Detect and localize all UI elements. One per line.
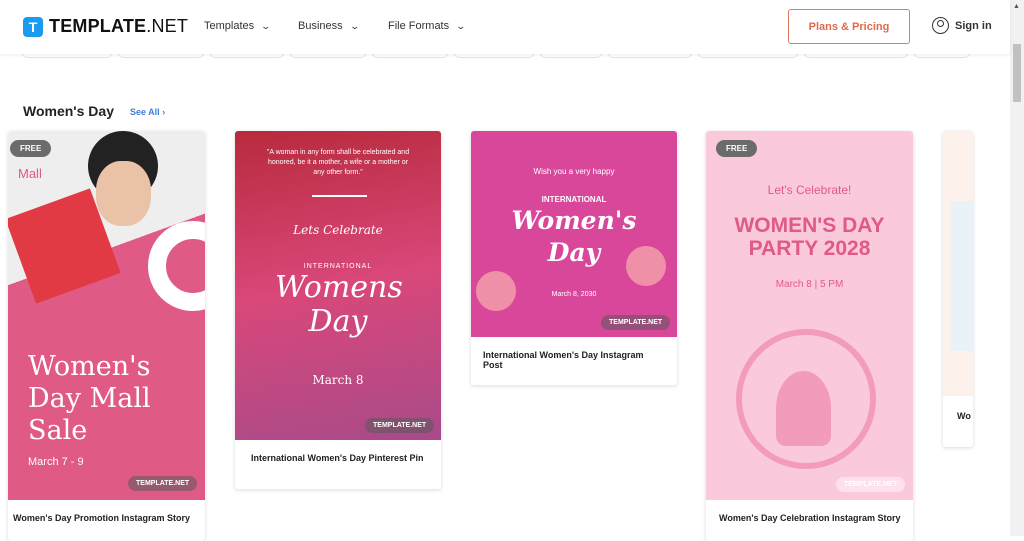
chevron-right-icon: › bbox=[162, 107, 166, 117]
design-date: March 8 bbox=[312, 373, 364, 387]
template-thumbnail bbox=[943, 131, 973, 396]
nav-label: Templates bbox=[204, 20, 255, 32]
scrollbar[interactable]: ▲ bbox=[1010, 0, 1024, 536]
design-title: Womens Day bbox=[275, 270, 403, 339]
logo-icon: T bbox=[23, 16, 43, 37]
divider bbox=[312, 195, 367, 197]
watermark: TEMPLATE.NET bbox=[601, 315, 671, 330]
free-badge: FREE bbox=[716, 140, 758, 157]
user-icon bbox=[932, 17, 949, 34]
card-caption: Wo bbox=[957, 411, 971, 421]
chevron-down-icon: ⌄ bbox=[349, 20, 360, 31]
card-caption: International Women's Day Pinterest Pin bbox=[251, 453, 424, 463]
template-card[interactable]: Wo bbox=[943, 131, 973, 447]
nav-business[interactable]: Business ⌄ bbox=[298, 20, 360, 32]
template-thumbnail: Let's Celebrate! WOMEN'S DAY PARTY 2028 … bbox=[706, 131, 913, 500]
sign-in-label: Sign in bbox=[955, 19, 992, 32]
card-caption: International Women's Day Instagram Post bbox=[483, 350, 644, 370]
flower-graphic bbox=[476, 271, 516, 311]
card-caption: Women's Day Celebration Instagram Story bbox=[719, 513, 901, 523]
see-all-link[interactable]: See All › bbox=[130, 107, 165, 117]
scrollbar-thumb[interactable] bbox=[1013, 44, 1021, 102]
watermark: TEMPLATE.NET bbox=[365, 418, 435, 433]
chevron-down-icon: ⌄ bbox=[260, 20, 272, 31]
design-title: Women's Day bbox=[511, 206, 637, 267]
plans-pricing-button[interactable]: Plans & Pricing bbox=[788, 9, 910, 44]
template-card[interactable]: Mall Women's Day Mall Sale March 7 - 9 F… bbox=[8, 131, 205, 541]
chevron-down-icon: ⌄ bbox=[455, 20, 467, 31]
brand-text: Mall bbox=[18, 166, 42, 181]
ring-graphic bbox=[148, 221, 205, 311]
face-graphic bbox=[96, 161, 151, 226]
woman-silhouette-graphic bbox=[776, 371, 831, 446]
document-preview bbox=[951, 201, 973, 351]
logo[interactable]: T TEMPLATE.NET bbox=[23, 16, 188, 37]
nav-templates[interactable]: Templates ⌄ bbox=[204, 20, 272, 32]
watermark: TEMPLATE.NET bbox=[128, 476, 198, 491]
nav-file-formats[interactable]: File Formats ⌄ bbox=[388, 20, 467, 32]
design-title: WOMEN'S DAY PARTY 2028 bbox=[734, 214, 885, 260]
template-card[interactable]: "A woman in any form shall be celebrated… bbox=[235, 131, 441, 489]
nav-label: File Formats bbox=[388, 20, 450, 32]
nav-label: Business bbox=[298, 20, 343, 32]
card-caption: Women's Day Promotion Instagram Story bbox=[13, 513, 191, 523]
design-kicker: INTERNATIONAL bbox=[303, 263, 373, 270]
watermark: TEMPLATE.NET bbox=[836, 477, 906, 492]
free-badge: FREE bbox=[10, 140, 52, 157]
template-thumbnail: Wish you a very happy INTERNATIONAL Wome… bbox=[471, 131, 677, 337]
design-quote: "A woman in any form shall be celebrated… bbox=[266, 149, 410, 176]
sign-in-button[interactable]: Sign in bbox=[932, 17, 992, 34]
design-subtitle: Let's Celebrate! bbox=[767, 183, 852, 197]
template-card[interactable]: Wish you a very happy INTERNATIONAL Wome… bbox=[471, 131, 677, 385]
template-thumbnail: "A woman in any form shall be celebrated… bbox=[235, 131, 441, 440]
template-thumbnail: Mall Women's Day Mall Sale March 7 - 9 F… bbox=[8, 131, 205, 500]
flower-graphic bbox=[626, 246, 666, 286]
scroll-up-icon[interactable]: ▲ bbox=[1013, 3, 1020, 10]
logo-suffix: .NET bbox=[146, 16, 189, 36]
site-header: T TEMPLATE.NET Templates ⌄ Business ⌄ File… bbox=[0, 0, 1010, 54]
logo-text: TEMPLATE bbox=[49, 16, 147, 36]
see-all-label: See All bbox=[130, 107, 160, 117]
section-title: Women's Day bbox=[23, 103, 114, 119]
template-card[interactable]: Let's Celebrate! WOMEN'S DAY PARTY 2028 … bbox=[706, 131, 913, 541]
design-title: Women's Day Mall Sale bbox=[28, 351, 151, 446]
design-kicker: INTERNATIONAL bbox=[541, 195, 607, 204]
design-date: March 8 | 5 PM bbox=[775, 279, 844, 290]
design-subtitle: Lets Celebrate bbox=[293, 223, 383, 237]
design-date: March 7 - 9 bbox=[28, 456, 84, 468]
design-subtitle: Wish you a very happy bbox=[533, 167, 615, 176]
